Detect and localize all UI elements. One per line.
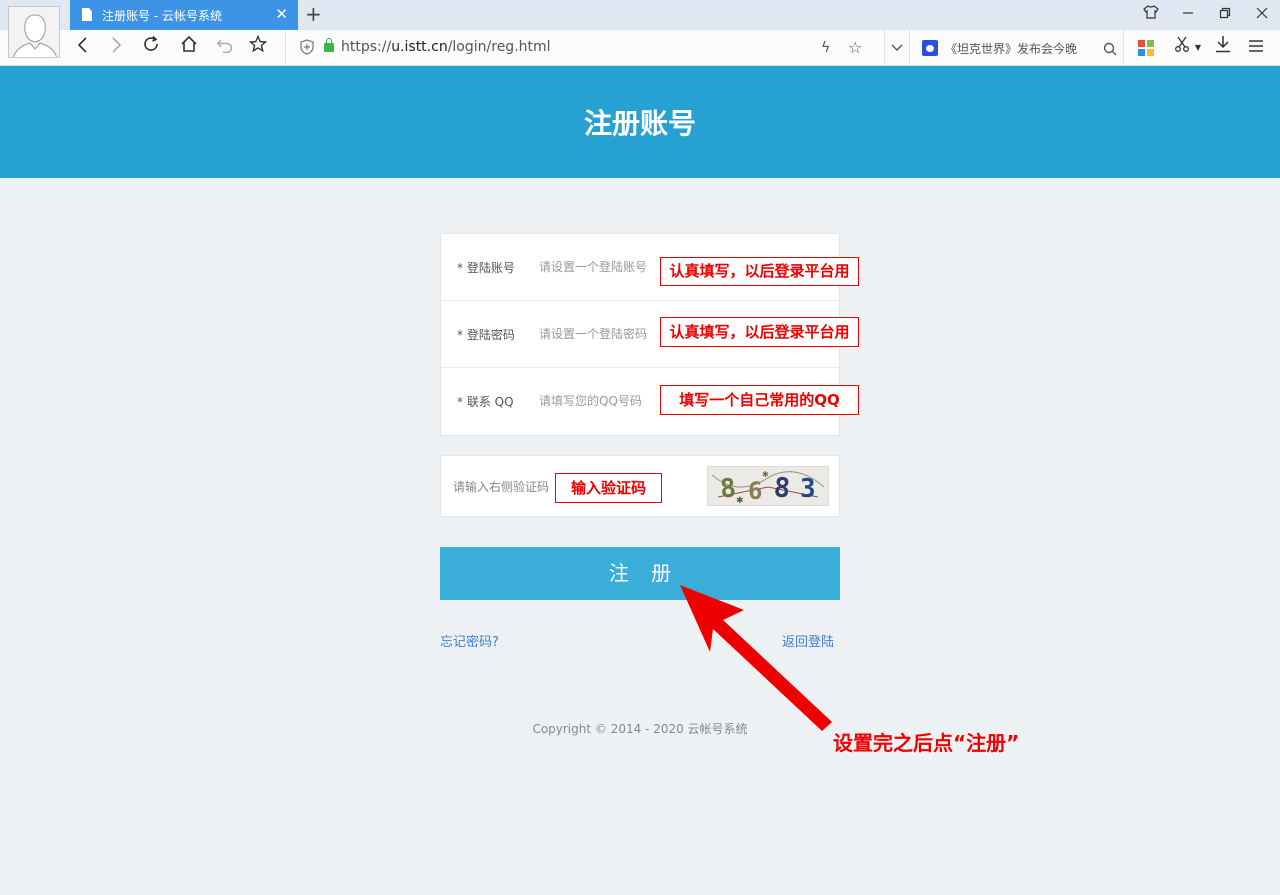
baidu-paw-icon xyxy=(922,40,938,56)
forgot-password-link[interactable]: 忘记密码? xyxy=(440,631,499,650)
dropdown-chevron-icon[interactable] xyxy=(884,30,908,66)
qq-annotation: 填写一个自己常用的QQ xyxy=(660,385,859,415)
download-icon[interactable] xyxy=(1208,30,1238,66)
restore-icon[interactable] xyxy=(1211,4,1239,26)
bookmark-star-icon[interactable]: ☆ xyxy=(848,30,862,66)
register-callout: 设置完之后点“注册” xyxy=(833,731,1020,755)
svg-text:6: 6 xyxy=(748,477,762,505)
copyright-text: Copyright © 2014 - 2020 云帐号系统 xyxy=(532,722,748,736)
tab-title: 注册账号 - 云帐号系统 xyxy=(102,9,222,23)
lightning-icon[interactable]: ϟ xyxy=(821,30,830,66)
account-label: * 登陆账号 xyxy=(457,261,515,275)
url-text[interactable]: https://u.istt.cn/login/reg.html xyxy=(341,39,551,55)
captcha-image[interactable]: 8 6 8 3 ✱ ✱ xyxy=(707,466,829,506)
forward-icon[interactable] xyxy=(101,30,131,66)
page-header: 注册账号 xyxy=(0,66,1280,178)
search-box[interactable]: 《坦克世界》发布会今晚 xyxy=(909,30,1124,66)
search-text[interactable]: 《坦克世界》发布会今晚 xyxy=(945,40,1095,57)
qq-label: * 联系 QQ xyxy=(457,395,514,409)
tab-strip: 注册账号 - 云帐号系统 ✕ + xyxy=(0,0,1280,30)
refresh-icon[interactable] xyxy=(136,30,166,66)
password-annotation: 认真填写，以后登录平台用 xyxy=(660,317,859,347)
svg-text:8: 8 xyxy=(719,473,738,504)
pointer-arrow-icon xyxy=(680,585,832,731)
svg-text:✱: ✱ xyxy=(762,470,769,479)
apps-grid-icon[interactable] xyxy=(1138,40,1154,56)
home-icon[interactable] xyxy=(174,30,204,66)
user-avatar[interactable] xyxy=(8,6,60,58)
tab-close-icon[interactable]: ✕ xyxy=(275,5,288,23)
search-icon[interactable] xyxy=(1103,30,1117,66)
new-tab-button[interactable]: + xyxy=(305,2,322,26)
undo-close-icon[interactable] xyxy=(210,30,240,66)
security-shield-icon[interactable] xyxy=(300,39,314,55)
password-label: * 登陆密码 xyxy=(457,328,515,342)
navigation-bar: https://u.istt.cn/login/reg.html ϟ ☆ 《坦克… xyxy=(0,30,1280,66)
account-annotation: 认真填写，以后登录平台用 xyxy=(660,257,859,286)
svg-text:3: 3 xyxy=(800,474,816,504)
minimize-icon[interactable] xyxy=(1174,4,1202,26)
browser-tab[interactable]: 注册账号 - 云帐号系统 ✕ xyxy=(70,0,298,30)
page-icon xyxy=(82,8,92,21)
close-window-icon[interactable] xyxy=(1248,4,1276,26)
favorite-star-icon[interactable] xyxy=(243,30,273,66)
address-bar[interactable]: https://u.istt.cn/login/reg.html ϟ ☆ xyxy=(285,30,883,66)
svg-text:✱: ✱ xyxy=(736,496,744,505)
back-icon[interactable] xyxy=(68,30,98,66)
lock-icon xyxy=(324,38,334,52)
page-title: 注册账号 xyxy=(583,107,696,140)
captcha-annotation: 输入验证码 xyxy=(555,473,662,503)
skin-icon[interactable] xyxy=(1137,4,1165,26)
svg-text:8: 8 xyxy=(773,472,792,504)
menu-icon[interactable] xyxy=(1241,30,1271,66)
scissors-menu-chevron-icon[interactable]: ▼ xyxy=(1189,30,1207,66)
